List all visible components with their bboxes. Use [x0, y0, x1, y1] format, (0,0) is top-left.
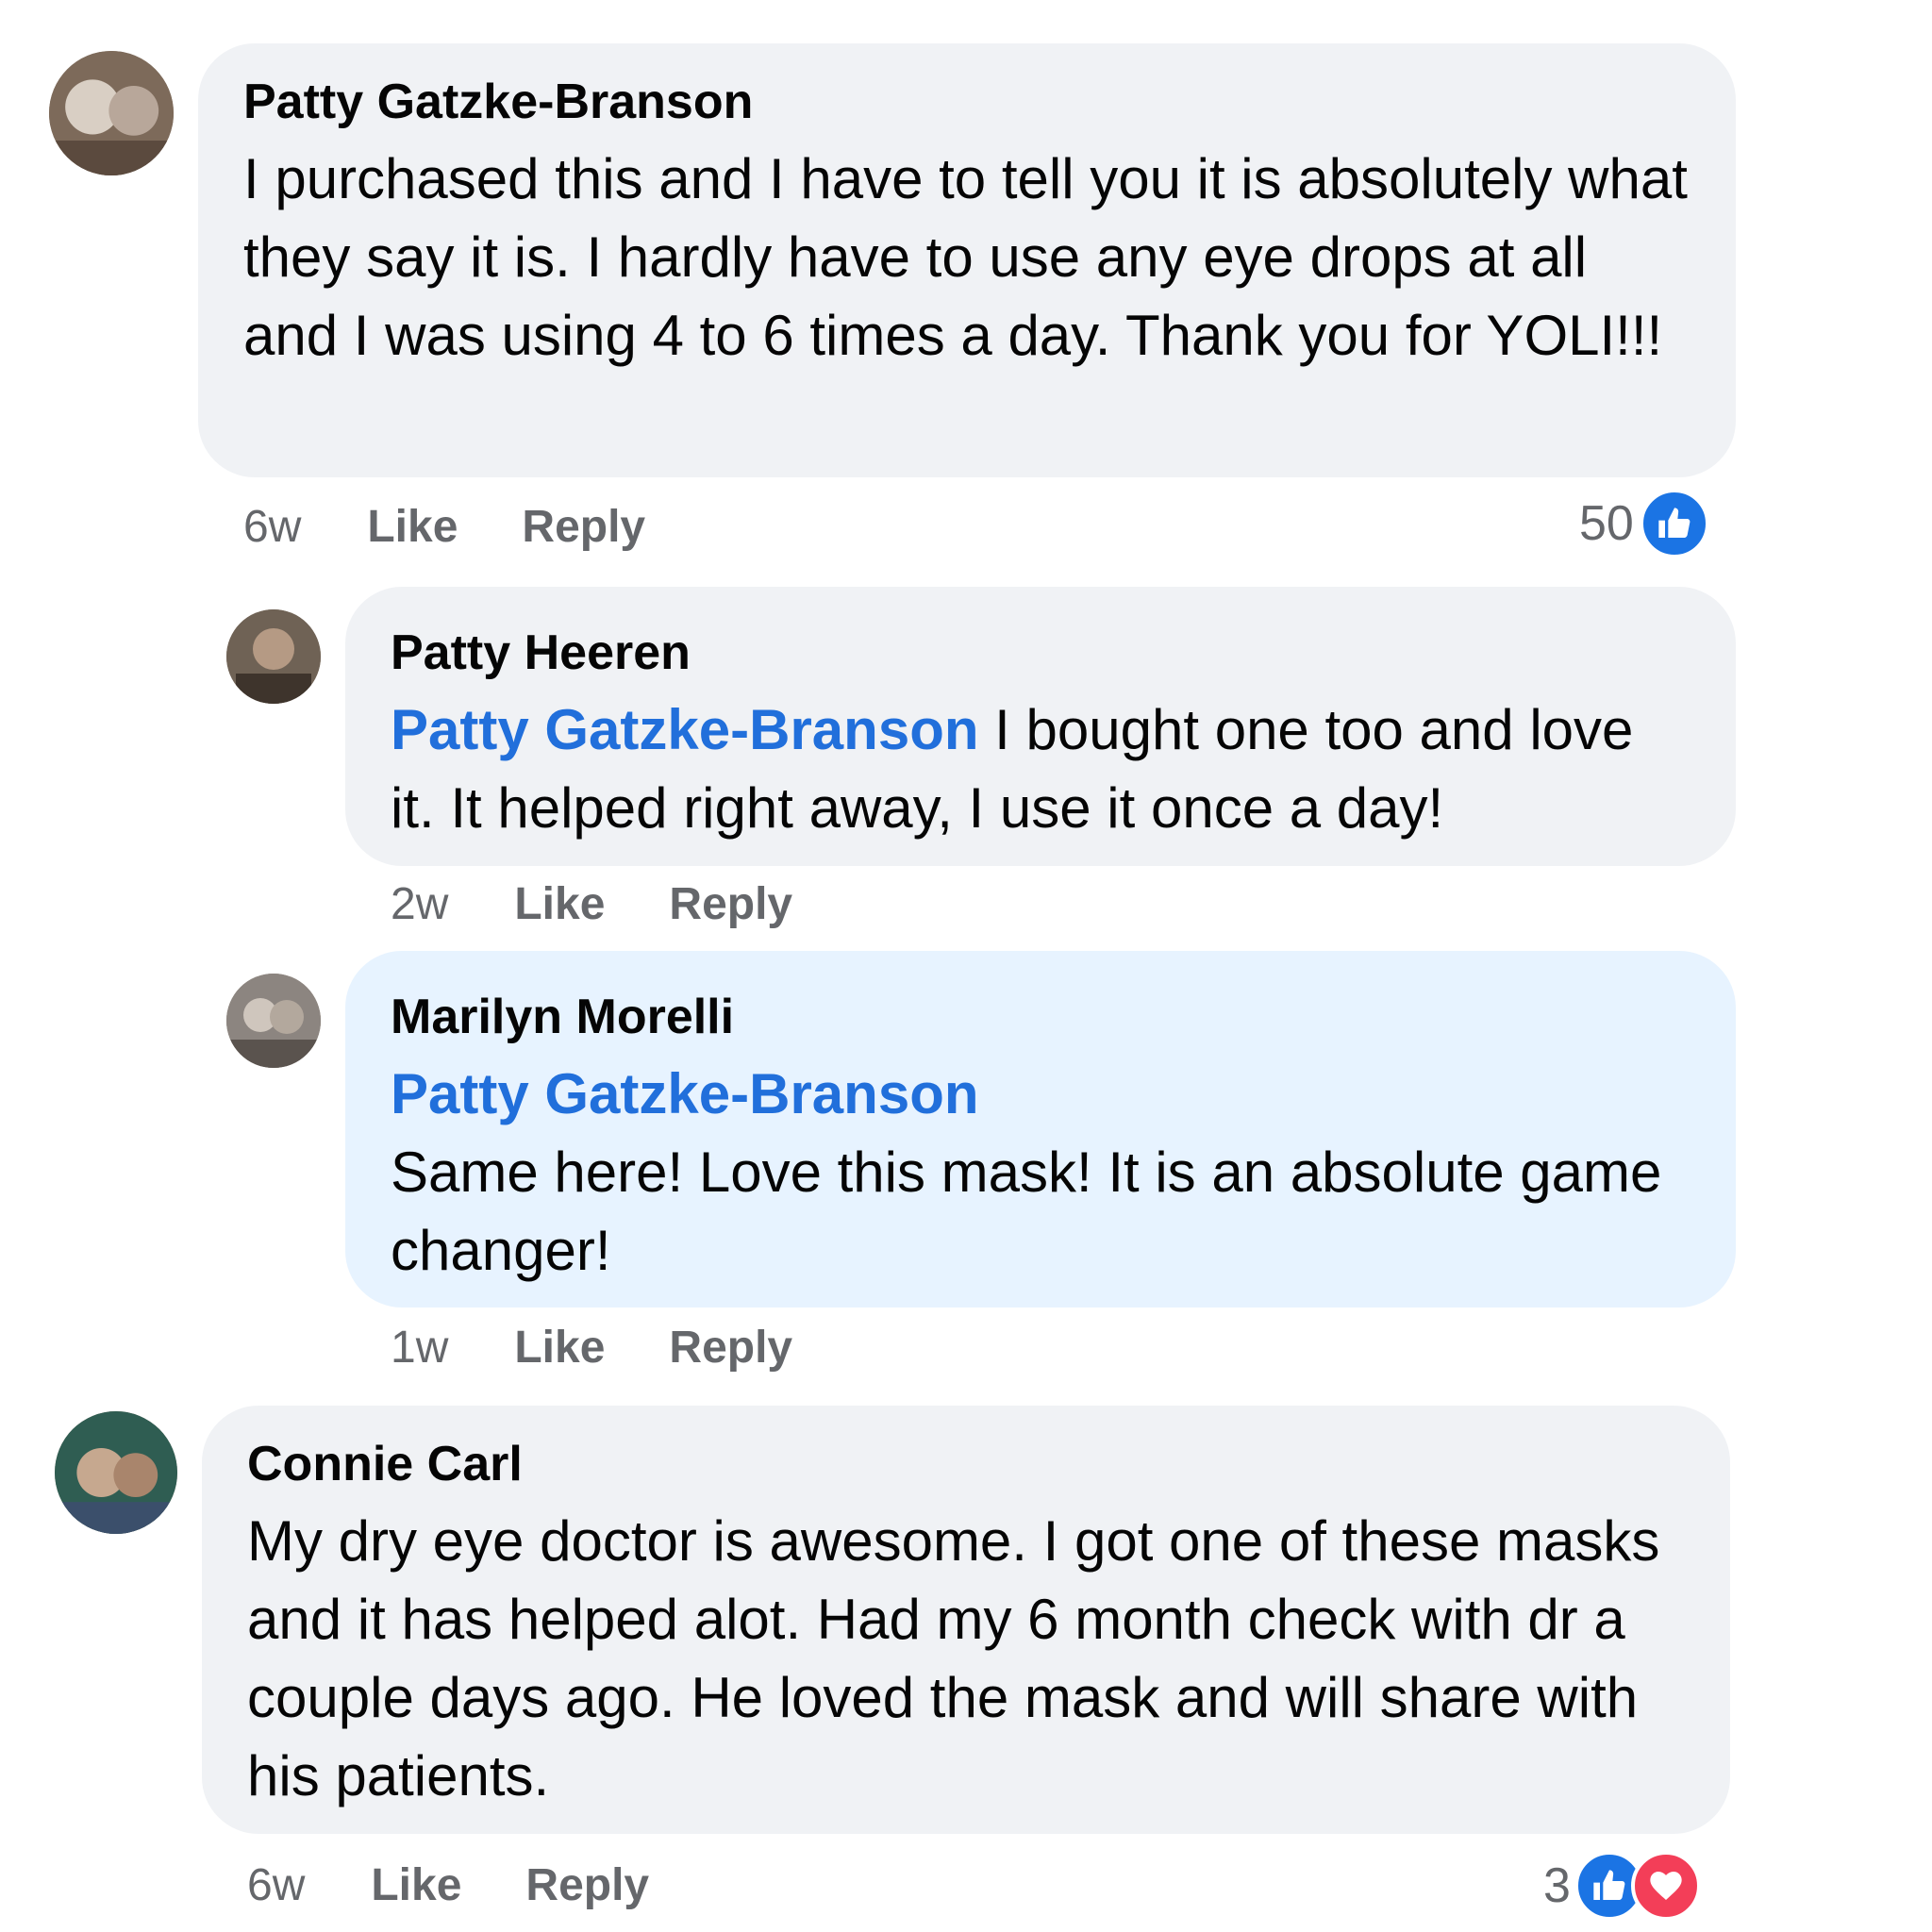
- comment-text: Patty Gatzke-Branson Same here! Love thi…: [391, 1055, 1687, 1290]
- comment-text: I purchased this and I have to tell you …: [243, 147, 1688, 367]
- comment-timestamp[interactable]: 1w: [391, 1322, 448, 1374]
- comment-author[interactable]: Connie Carl: [247, 1434, 1685, 1494]
- comment-timestamp[interactable]: 2w: [391, 878, 448, 930]
- comment-bubble: Patty Heeren Patty Gatzke-Branson I boug…: [345, 587, 1736, 866]
- avatar-photo: [49, 51, 174, 175]
- mention-link[interactable]: Patty Gatzke-Branson: [391, 1055, 1687, 1133]
- reply-button[interactable]: Reply: [669, 1322, 792, 1374]
- love-icon: [1630, 1851, 1701, 1921]
- comment-timestamp[interactable]: 6w: [243, 501, 301, 553]
- like-icon: [1639, 489, 1709, 558]
- like-button[interactable]: Like: [371, 1859, 461, 1911]
- avatar[interactable]: [55, 1411, 177, 1534]
- comment-author[interactable]: Patty Gatzke-Branson: [243, 72, 1690, 132]
- comment-timestamp[interactable]: 6w: [247, 1859, 305, 1911]
- reaction-summary[interactable]: 3: [1543, 1851, 1701, 1921]
- reply-button[interactable]: Reply: [525, 1859, 649, 1911]
- comment-text: Patty Gatzke-Branson I bought one too an…: [391, 691, 1687, 847]
- avatar-photo: [226, 609, 321, 704]
- comment-author[interactable]: Patty Heeren: [391, 623, 1687, 683]
- avatar[interactable]: [49, 51, 174, 175]
- avatar[interactable]: [226, 974, 321, 1068]
- reaction-count: 50: [1579, 496, 1634, 551]
- comment-actions: 6w Like Reply: [243, 498, 709, 555]
- comment-actions: 2w Like Reply: [391, 875, 857, 932]
- like-button[interactable]: Like: [514, 1322, 605, 1374]
- avatar-photo: [226, 974, 321, 1068]
- mention-link[interactable]: Patty Gatzke-Branson: [391, 698, 979, 761]
- avatar[interactable]: [226, 609, 321, 704]
- like-button[interactable]: Like: [367, 501, 458, 553]
- avatar-photo: [55, 1411, 177, 1534]
- reaction-count: 3: [1543, 1858, 1571, 1913]
- reaction-summary[interactable]: 50: [1579, 489, 1709, 558]
- reply-button[interactable]: Reply: [522, 501, 645, 553]
- comment-actions: 1w Like Reply: [391, 1319, 857, 1375]
- comment-text: My dry eye doctor is awesome. I got one …: [247, 1509, 1660, 1807]
- comment-bubble: Marilyn Morelli Patty Gatzke-Branson Sam…: [345, 951, 1736, 1307]
- like-button[interactable]: Like: [514, 878, 605, 930]
- reply-button[interactable]: Reply: [669, 878, 792, 930]
- comment-author[interactable]: Marilyn Morelli: [391, 987, 1687, 1047]
- comment-bubble: Connie Carl My dry eye doctor is awesome…: [202, 1406, 1730, 1834]
- comment-actions: 6w Like Reply: [247, 1857, 713, 1913]
- comment-body: Same here! Love this mask! It is an abso…: [391, 1141, 1662, 1282]
- comment-bubble: Patty Gatzke-Branson I purchased this an…: [198, 43, 1736, 477]
